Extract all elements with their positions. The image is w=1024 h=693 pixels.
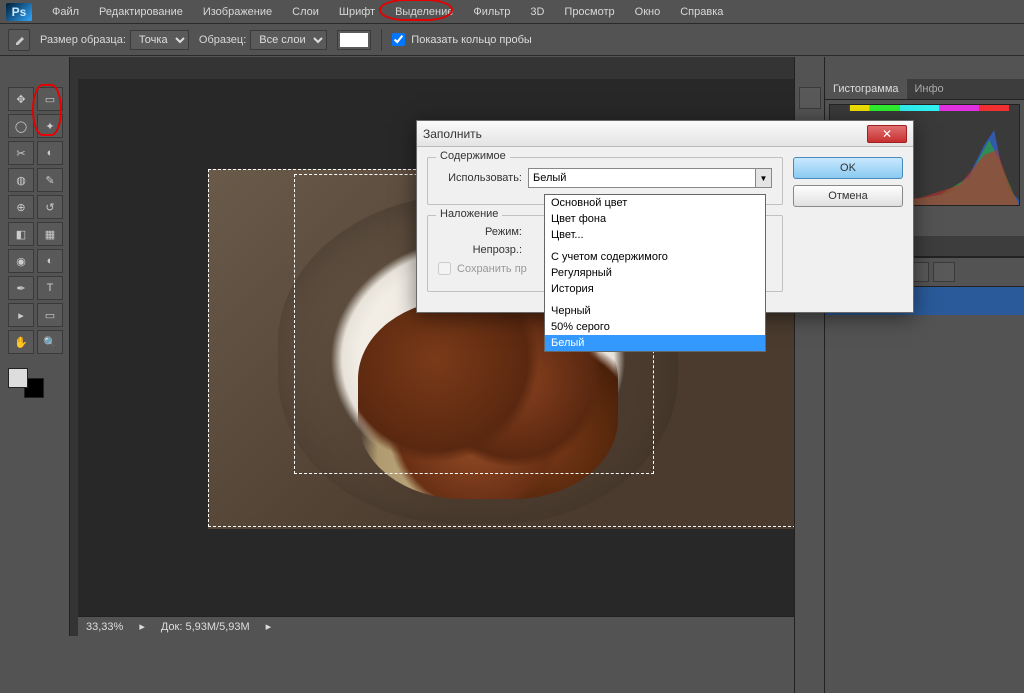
dd-item-history[interactable]: История (545, 281, 765, 297)
sample-swatch[interactable] (337, 30, 371, 50)
group-blend-label: Наложение (436, 208, 502, 220)
tool-wand[interactable]: ✦ (37, 114, 63, 138)
menu-help[interactable]: Справка (670, 2, 733, 22)
group-content: Содержимое Использовать: Белый ▼ Основно… (427, 157, 783, 205)
tab-histogram[interactable]: Гистограмма (825, 79, 907, 99)
tools-grid: ✥ ▭ ◯ ✦ ✂ ◐ ◍ ✎ ⊕ ↺ ◧ ▦ ◉ ◐ ✒ T ▸ ▭ ✋ 🔍 (0, 81, 69, 360)
histogram-panel-tabs: Гистограмма Инфо (825, 79, 1024, 100)
tool-brush[interactable]: ✎ (37, 168, 63, 192)
preserve-transparency-label: Сохранить пр (457, 263, 527, 275)
dd-item-foreground[interactable]: Основной цвет (545, 195, 765, 211)
tool-path[interactable]: ▸ (8, 303, 34, 327)
tool-marquee[interactable]: ▭ (37, 87, 63, 111)
statusbar: 33,33% ▸ Док: 5,93M/5,93M ▸ (78, 616, 824, 636)
menubar: Ps Файл Редактирование Изображение Слои … (0, 0, 1024, 24)
preserve-transparency-checkbox (438, 262, 451, 275)
tool-shape[interactable]: ▭ (37, 303, 63, 327)
sample-size-label: Размер образца: (40, 34, 126, 46)
menu-file[interactable]: Файл (42, 2, 89, 22)
tool-dodge[interactable]: ◐ (37, 249, 63, 273)
dialog-buttons: OK Отмена (793, 157, 903, 302)
tool-hand[interactable]: ✋ (8, 330, 34, 354)
menu-select-label: Выделение (395, 6, 453, 18)
dialog-left: Содержимое Использовать: Белый ▼ Основно… (427, 157, 783, 302)
menu-layers[interactable]: Слои (282, 2, 329, 22)
dd-item-color[interactable]: Цвет... (545, 227, 765, 243)
dd-item-content-aware[interactable]: С учетом содержимого (545, 249, 765, 265)
options-bar: Размер образца: Точка Образец: Все слои … (0, 24, 1024, 56)
use-combo[interactable]: Белый ▼ (528, 168, 772, 188)
color-swatch[interactable] (8, 368, 44, 398)
menu-image[interactable]: Изображение (193, 2, 282, 22)
tab-info[interactable]: Инфо (907, 79, 952, 99)
doc-size-label: Док: (161, 621, 183, 633)
dialog-title: Заполнить (423, 127, 482, 141)
dd-item-white[interactable]: Белый (545, 335, 765, 351)
tool-type[interactable]: T (37, 276, 63, 300)
tool-move[interactable]: ✥ (8, 87, 34, 111)
panel-toggle-icon[interactable] (799, 87, 821, 109)
menu-type[interactable]: Шрифт (329, 2, 385, 22)
show-ring-label: Показать кольцо пробы (411, 34, 532, 46)
sample-label: Образец: (199, 34, 246, 46)
group-content-label: Содержимое (436, 150, 510, 162)
eyedropper-icon (11, 32, 27, 48)
tool-crop[interactable]: ✂ (8, 141, 34, 165)
show-ring-checkbox[interactable]: Показать кольцо пробы (392, 33, 532, 46)
separator (381, 29, 382, 51)
menu-select[interactable]: Выделение (385, 2, 463, 22)
dd-item-black[interactable]: Черный (545, 303, 765, 319)
fill-dialog: Заполнить ✕ Содержимое Использовать: Бел… (416, 120, 914, 313)
ok-button[interactable]: OK (793, 157, 903, 179)
app-logo: Ps (6, 3, 32, 21)
sample-size-select[interactable]: Точка (130, 30, 189, 50)
dialog-titlebar[interactable]: Заполнить ✕ (417, 121, 913, 147)
tool-lasso[interactable]: ◯ (8, 114, 34, 138)
tool-stamp[interactable]: ⊕ (8, 195, 34, 219)
layer-filter-icon[interactable] (933, 262, 955, 282)
menu-filter[interactable]: Фильтр (463, 2, 520, 22)
tool-history-brush[interactable]: ↺ (37, 195, 63, 219)
sample-select[interactable]: Все слои (250, 30, 327, 50)
tool-pen[interactable]: ✒ (8, 276, 34, 300)
opacity-label: Непрозр.: (438, 244, 522, 256)
use-label: Использовать: (438, 172, 522, 184)
show-ring-input[interactable] (392, 33, 405, 46)
current-tool-icon[interactable] (8, 29, 30, 51)
zoom-level[interactable]: 33,33% (86, 621, 123, 633)
mode-label: Режим: (438, 226, 522, 238)
tool-heal[interactable]: ◍ (8, 168, 34, 192)
use-dropdown-list: Основной цвет Цвет фона Цвет... С учетом… (544, 194, 766, 352)
cancel-button[interactable]: Отмена (793, 185, 903, 207)
menu-edit[interactable]: Редактирование (89, 2, 193, 22)
dd-item-gray50[interactable]: 50% серого (545, 319, 765, 335)
tool-gradient[interactable]: ▦ (37, 222, 63, 246)
dd-item-background[interactable]: Цвет фона (545, 211, 765, 227)
separator: ▸ (139, 620, 145, 633)
tool-zoom[interactable]: 🔍 (37, 330, 63, 354)
tool-eyedropper[interactable]: ◐ (37, 141, 63, 165)
foreground-color-icon[interactable] (8, 368, 28, 388)
menu-window[interactable]: Окно (625, 2, 671, 22)
doc-size-value: 5,93M/5,93M (185, 621, 249, 633)
chevron-down-icon[interactable]: ▼ (755, 169, 771, 187)
menu-view[interactable]: Просмотр (554, 2, 624, 22)
separator: ▸ (266, 620, 272, 633)
dd-item-pattern[interactable]: Регулярный (545, 265, 765, 281)
tool-blur[interactable]: ◉ (8, 249, 34, 273)
use-combo-value: Белый (533, 172, 566, 184)
dialog-body: Содержимое Использовать: Белый ▼ Основно… (417, 147, 913, 312)
tools-dock: ✥ ▭ ◯ ✦ ✂ ◐ ◍ ✎ ⊕ ↺ ◧ ▦ ◉ ◐ ✒ T ▸ ▭ ✋ 🔍 (0, 57, 70, 636)
close-button[interactable]: ✕ (867, 125, 907, 143)
tool-eraser[interactable]: ◧ (8, 222, 34, 246)
menu-3d[interactable]: 3D (520, 2, 554, 22)
